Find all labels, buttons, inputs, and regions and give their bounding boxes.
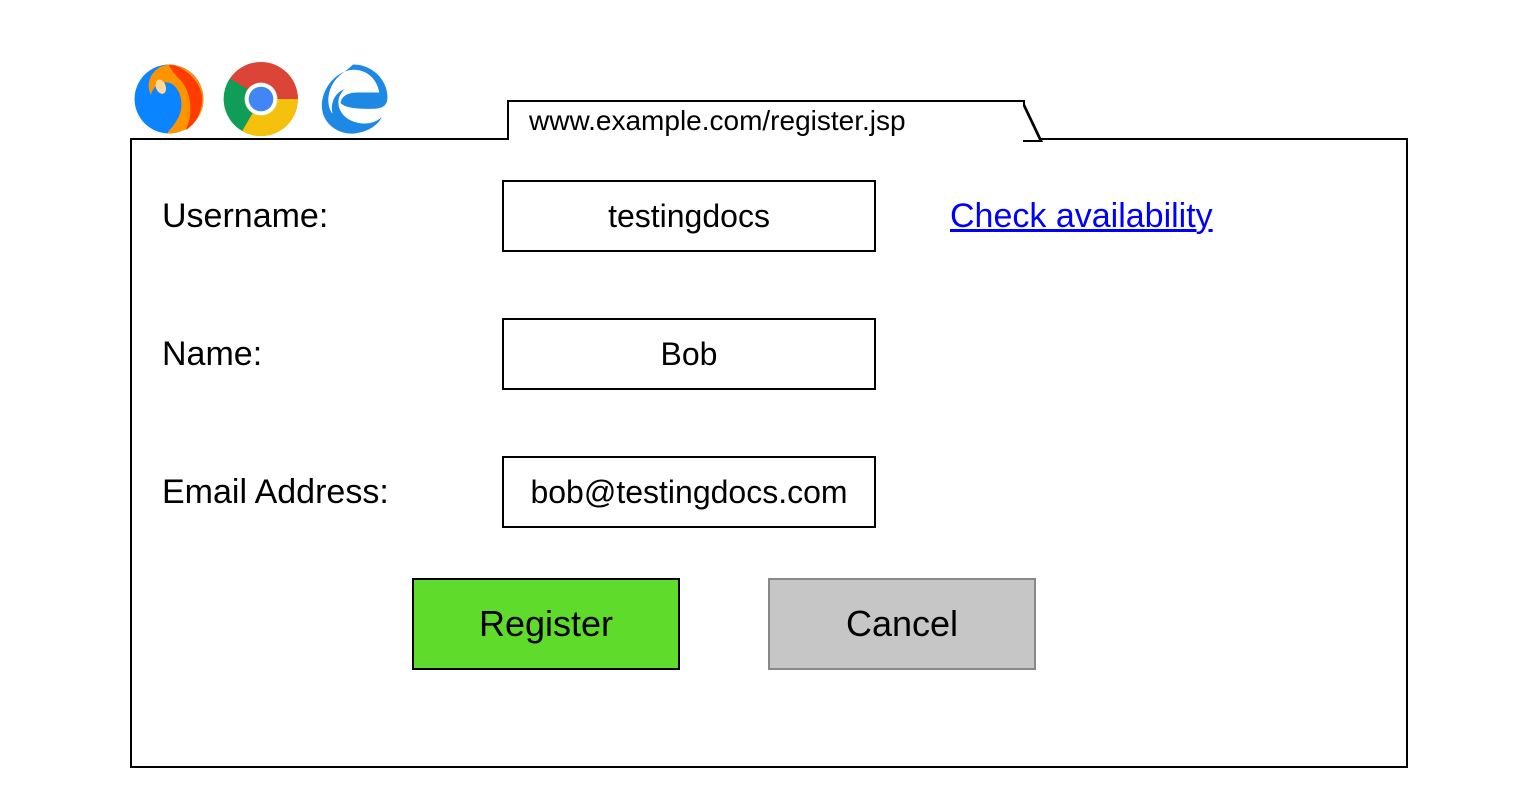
username-row: Username: Check availability <box>162 180 1376 252</box>
chrome-icon <box>220 58 302 140</box>
firefox-icon <box>128 58 210 140</box>
edge-icon <box>312 58 394 140</box>
username-label: Username: <box>162 197 502 236</box>
browser-window: Username: Check availability Name: Email… <box>130 138 1408 768</box>
name-row: Name: <box>162 318 1376 390</box>
cancel-button[interactable]: Cancel <box>768 578 1036 670</box>
email-input[interactable] <box>502 456 876 528</box>
email-label: Email Address: <box>162 473 502 512</box>
username-input[interactable] <box>502 180 876 252</box>
register-button[interactable]: Register <box>412 578 680 670</box>
tab-url: www.example.com/register.jsp <box>529 105 906 137</box>
browser-tab: www.example.com/register.jsp <box>507 100 1025 140</box>
check-availability-link[interactable]: Check availability <box>950 197 1213 236</box>
name-input[interactable] <box>502 318 876 390</box>
email-row: Email Address: <box>162 456 1376 528</box>
name-label: Name: <box>162 335 502 374</box>
